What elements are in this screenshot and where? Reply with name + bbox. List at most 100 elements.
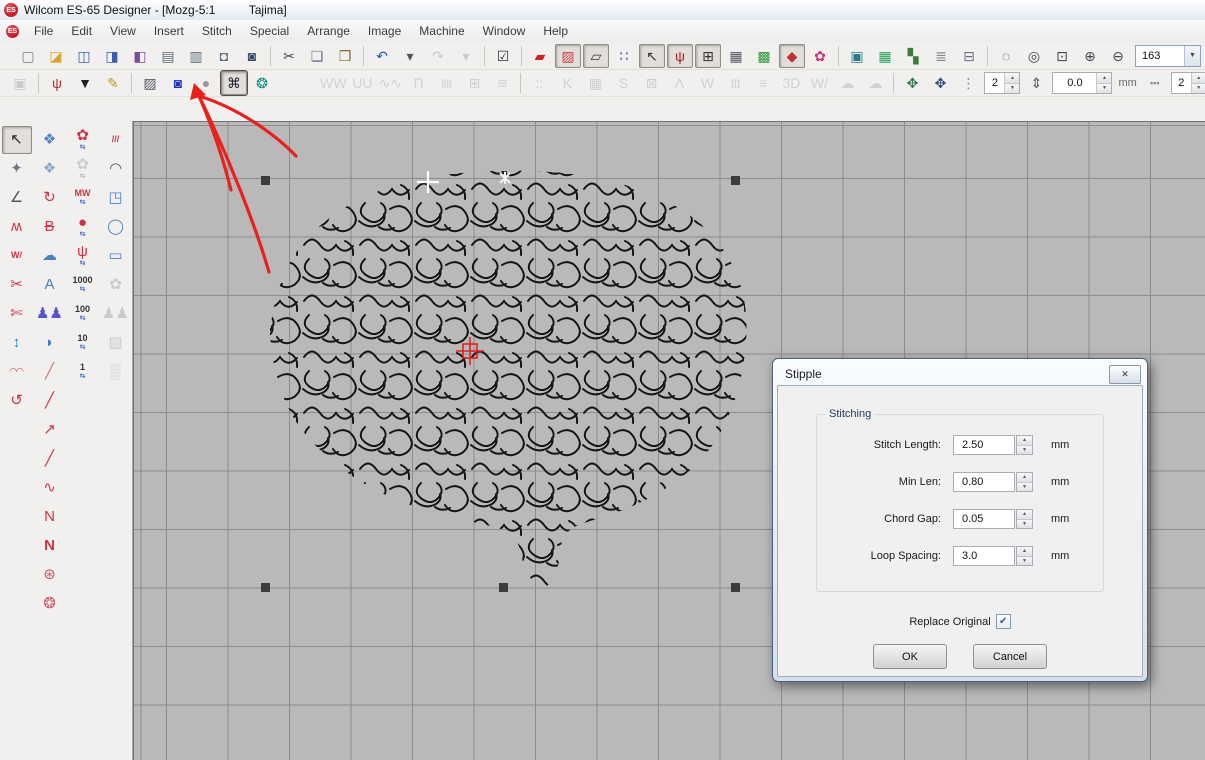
rows-count-stepper[interactable]: ▲▼: [1004, 73, 1019, 93]
needle-point-view-button[interactable]: ∷: [611, 44, 637, 68]
arc-tool-button[interactable]: ◠: [101, 155, 131, 183]
zigzag-width-button[interactable]: MW⇆: [68, 184, 98, 212]
machine-connect-button[interactable]: ◙: [239, 44, 265, 68]
grid-show-button[interactable]: ⊞: [695, 44, 721, 68]
hoop-show-button[interactable]: ▦: [723, 44, 749, 68]
chevron-down-icon[interactable]: ▼: [1184, 46, 1200, 66]
cut-button[interactable]: ✂: [276, 44, 302, 68]
menu-insert[interactable]: Insert: [145, 21, 193, 41]
row-spacing-button[interactable]: ⇕: [1023, 71, 1049, 95]
triple-run-button[interactable]: N: [35, 532, 65, 560]
spin-down-icon[interactable]: ▼: [1017, 557, 1032, 566]
auto-scroll-button[interactable]: ☑: [490, 44, 516, 68]
open-folder-button[interactable]: ◪: [43, 44, 69, 68]
spin-up-icon[interactable]: ▲: [1017, 473, 1032, 483]
thread-colors-button[interactable]: ▦: [872, 44, 898, 68]
menu-view[interactable]: View: [101, 21, 145, 41]
vertex-edit-button[interactable]: ∠: [2, 184, 32, 212]
menu-window[interactable]: Window: [474, 21, 535, 41]
rows-count-spinner[interactable]: 2▲▼: [984, 72, 1020, 94]
spin-up-icon[interactable]: ▲: [1192, 73, 1205, 84]
line-plain-button[interactable]: ╱: [35, 445, 65, 473]
new-document-button[interactable]: ▢: [15, 44, 41, 68]
zoom-level-combo[interactable]: 163▼: [1135, 45, 1201, 67]
field-stepper[interactable]: ▲▼: [1016, 509, 1033, 529]
needle-position-button[interactable]: ψ: [667, 44, 693, 68]
menu-special[interactable]: Special: [241, 21, 298, 41]
spin-down-icon[interactable]: ▼: [1017, 520, 1032, 529]
mirror-merge-x-button[interactable]: ✥: [899, 71, 925, 95]
stitch-length-button[interactable]: ↕: [2, 329, 32, 357]
eyelet-wheel-button[interactable]: ❂: [35, 590, 65, 618]
design-properties-button[interactable]: ▣: [844, 44, 870, 68]
zoom-in-button[interactable]: ⊕: [1077, 44, 1103, 68]
dialog-close-button[interactable]: ✕: [1109, 365, 1141, 384]
spin-down-icon[interactable]: ▼: [1017, 483, 1032, 492]
spin-down-icon[interactable]: ▼: [1097, 84, 1111, 94]
field-input[interactable]: 0.80: [953, 472, 1015, 492]
picture-show-button[interactable]: ▩: [751, 44, 777, 68]
ellipse-rotate-button[interactable]: ↺: [2, 387, 32, 415]
title-bar[interactable]: ES Wilcom ES-65 Designer - [Mozg-5:1 Taj…: [0, 0, 1205, 21]
line-arrows-button[interactable]: ↗: [35, 416, 65, 444]
connectors-button[interactable]: ✎: [100, 71, 126, 95]
spin-up-icon[interactable]: ▲: [1005, 73, 1019, 84]
rotate-stitch-button[interactable]: ↻: [35, 184, 65, 212]
select-tool-button[interactable]: ↖: [2, 126, 32, 154]
circle-fill-button[interactable]: ●: [193, 71, 219, 95]
stitch-angle-button[interactable]: W/: [2, 242, 32, 270]
spin-up-icon[interactable]: ▲: [1017, 436, 1032, 446]
scale-10-button[interactable]: 10⇆: [68, 329, 98, 357]
save-button[interactable]: ◫: [71, 44, 97, 68]
spiral-fill-button[interactable]: ◙: [165, 71, 191, 95]
polygon-select-button[interactable]: ✦: [2, 155, 32, 183]
stipple-fill-button[interactable]: ⌘: [221, 71, 247, 95]
zoom-box-button[interactable]: ⊡: [1049, 44, 1075, 68]
cancel-button[interactable]: Cancel: [973, 644, 1047, 669]
bitmap-show-button[interactable]: ✿: [807, 44, 833, 68]
reshape-fill-button[interactable]: ❖: [35, 155, 65, 183]
write-to-disk-button[interactable]: ◧: [127, 44, 153, 68]
trapunto-outline-button[interactable]: ❂: [249, 71, 275, 95]
zoom-out-button[interactable]: ⊖: [1105, 44, 1131, 68]
satin-column-button[interactable]: ●⇆: [68, 213, 98, 241]
zigzag-line-button[interactable]: ∿: [35, 474, 65, 502]
ok-button[interactable]: OK: [873, 644, 947, 669]
menu-machine[interactable]: Machine: [410, 21, 473, 41]
puff-shape-button[interactable]: ☁: [35, 242, 65, 270]
parallel-effect-button[interactable]: ///: [101, 126, 131, 154]
outline-view-button[interactable]: ▱: [583, 44, 609, 68]
mirror-merge-y-button[interactable]: ✥: [927, 71, 953, 95]
ellipse-tool-button[interactable]: ◯: [101, 213, 131, 241]
penetrations-button[interactable]: ψ: [44, 71, 70, 95]
field-input[interactable]: 0.05: [953, 509, 1015, 529]
spin-down-icon[interactable]: ▼: [1192, 84, 1205, 94]
spin-up-icon[interactable]: ▲: [1097, 73, 1111, 84]
undo-dropdown-button[interactable]: ▾: [397, 44, 423, 68]
eyelet-star-button[interactable]: ⊛: [35, 561, 65, 589]
needle-spacing-button[interactable]: ψ⇆: [68, 242, 98, 270]
hatch-view-button[interactable]: ▨: [555, 44, 581, 68]
columns-button[interactable]: ▪▪▪: [1142, 71, 1168, 95]
field-stepper[interactable]: ▲▼: [1016, 472, 1033, 492]
field-stepper[interactable]: ▲▼: [1016, 435, 1033, 455]
auto-fill-button[interactable]: ▨: [137, 71, 163, 95]
knife-tool-button[interactable]: ◳: [101, 184, 131, 212]
applique-show-button[interactable]: ◆: [779, 44, 805, 68]
rectangle-tool-button[interactable]: ▭: [101, 242, 131, 270]
fan-tool-button[interactable]: ◠◠: [2, 358, 32, 386]
mirror-rows-button[interactable]: ⋮: [955, 71, 981, 95]
save-to-machine-button[interactable]: ◨: [99, 44, 125, 68]
zoom-factor-button[interactable]: ◌: [993, 44, 1019, 68]
menu-arrange[interactable]: Arrange: [298, 21, 359, 41]
stitch-view-button[interactable]: ▰: [527, 44, 553, 68]
cols-count-spinner[interactable]: 2▲▼: [1171, 72, 1205, 94]
undo-button[interactable]: ↶: [369, 44, 395, 68]
black-needle-button[interactable]: ▼: [72, 71, 98, 95]
line-dashes-button[interactable]: ╱: [35, 387, 65, 415]
buddy-figures-button[interactable]: ♟♟: [35, 300, 65, 328]
run-stitch-button[interactable]: N: [35, 503, 65, 531]
menu-help[interactable]: Help: [534, 21, 577, 41]
color-film-button[interactable]: ▚: [900, 44, 926, 68]
cols-count-stepper[interactable]: ▲▼: [1191, 73, 1205, 93]
